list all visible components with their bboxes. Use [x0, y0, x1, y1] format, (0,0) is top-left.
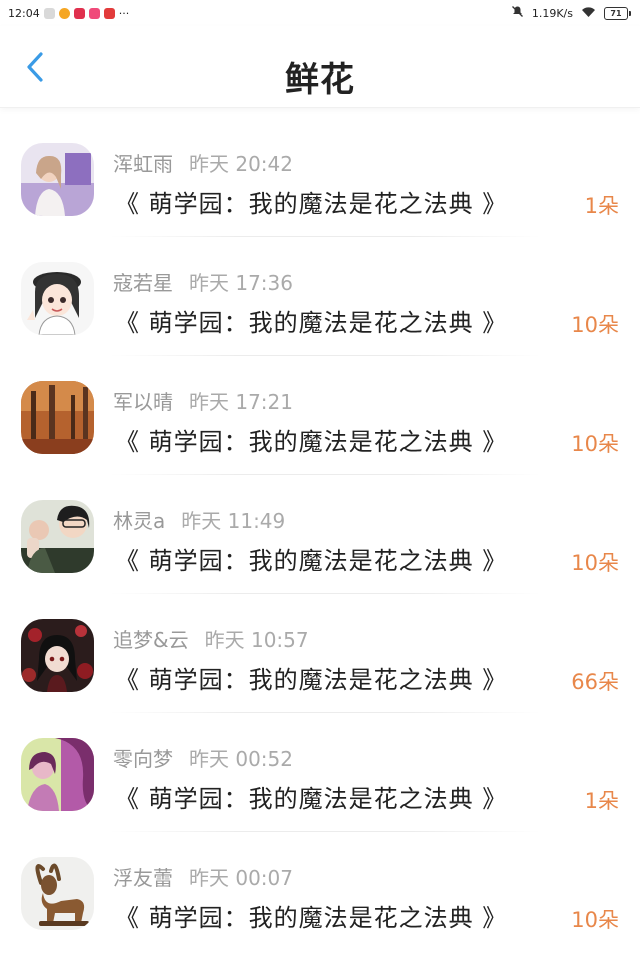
send-time: 昨天 00:52	[189, 747, 293, 771]
flower-amount: 1朵	[584, 194, 619, 218]
sender-name[interactable]: 寇若星	[113, 271, 173, 295]
list-item[interactable]: 寇若星 昨天 17:36 《 萌学园：我的魔法是花之法典 》 10朵	[0, 237, 640, 356]
shopping-app-icon	[73, 7, 85, 19]
flower-amount: 10朵	[571, 908, 619, 932]
sender-name[interactable]: 林灵a	[113, 509, 165, 533]
sender-line: 追梦&云 昨天 10:57	[113, 624, 309, 653]
book-title[interactable]: 《 萌学园：我的魔法是花之法典 》	[115, 184, 507, 219]
avatar[interactable]	[21, 738, 94, 811]
flower-amount: 10朵	[571, 551, 619, 575]
sender-name[interactable]: 浮友蕾	[113, 866, 173, 890]
reader-app-icon	[103, 7, 115, 19]
list-item[interactable]: 追梦&云 昨天 10:57 《 萌学园：我的魔法是花之法典 》 66朵	[0, 594, 640, 713]
sender-line: 寇若星 昨天 17:36	[113, 267, 293, 296]
send-time: 昨天 17:21	[189, 390, 293, 414]
send-time: 昨天 11:49	[181, 509, 286, 533]
flower-amount: 1朵	[584, 789, 619, 813]
list-item[interactable]: 浮友蕾 昨天 00:07 《 萌学园：我的魔法是花之法典 》 10朵	[0, 832, 640, 951]
page-title: 鲜花	[285, 60, 355, 100]
sender-name[interactable]: 追梦&云	[113, 628, 189, 652]
avatar[interactable]	[21, 500, 94, 573]
header: 鲜花	[0, 26, 640, 108]
avatar[interactable]	[21, 381, 94, 454]
more-notifications-icon: ···	[118, 6, 130, 20]
network-speed: 1.19K/s	[531, 6, 573, 20]
flower-amount: 10朵	[571, 313, 619, 337]
status-bar: 12:04 ··· 1.19K/s 71	[0, 0, 640, 26]
book-title[interactable]: 《 萌学园：我的魔法是花之法典 》	[115, 779, 507, 814]
avatar[interactable]	[21, 619, 94, 692]
mute-icon	[511, 5, 524, 21]
book-title[interactable]: 《 萌学园：我的魔法是花之法典 》	[115, 422, 507, 457]
avatar[interactable]	[21, 143, 94, 216]
sender-line: 浑虹雨 昨天 20:42	[113, 148, 293, 177]
battery-level: 71	[610, 8, 622, 18]
sender-name[interactable]: 零向梦	[113, 747, 173, 771]
send-time: 昨天 10:57	[204, 628, 309, 652]
sender-line: 浮友蕾 昨天 00:07	[113, 862, 293, 891]
list-item[interactable]: 林灵a 昨天 11:49 《 萌学园：我的魔法是花之法典 》 10朵	[0, 475, 640, 594]
book-title[interactable]: 《 萌学园：我的魔法是花之法典 》	[115, 303, 507, 338]
battery-icon: 71	[604, 6, 631, 20]
wifi-icon	[581, 6, 596, 21]
weibo-icon	[58, 7, 70, 19]
flower-amount: 66朵	[571, 670, 619, 694]
book-title[interactable]: 《 萌学园：我的魔法是花之法典 》	[115, 660, 507, 695]
sender-name[interactable]: 军以晴	[113, 390, 173, 414]
book-title[interactable]: 《 萌学园：我的魔法是花之法典 》	[115, 898, 507, 933]
status-time: 12:04	[8, 6, 40, 20]
book-title[interactable]: 《 萌学园：我的魔法是花之法典 》	[115, 541, 507, 576]
status-right: 1.19K/s 71	[511, 5, 631, 21]
sender-line: 零向梦 昨天 00:52	[113, 743, 293, 772]
sender-line: 林灵a 昨天 11:49	[113, 505, 285, 534]
list-item[interactable]: 浑虹雨 昨天 20:42 《 萌学园：我的魔法是花之法典 》 1朵	[0, 118, 640, 237]
list-item[interactable]: 零向梦 昨天 00:52 《 萌学园：我的魔法是花之法典 》 1朵	[0, 713, 640, 832]
notification-app-icon	[43, 7, 55, 19]
video-app-icon	[88, 7, 100, 19]
status-left: 12:04 ···	[8, 7, 129, 20]
flower-record-list: 浑虹雨 昨天 20:42 《 萌学园：我的魔法是花之法典 》 1朵 寇若星 昨天 1…	[0, 118, 640, 951]
send-time: 昨天 20:42	[189, 152, 293, 176]
send-time: 昨天 17:36	[189, 271, 293, 295]
avatar[interactable]	[21, 262, 94, 335]
send-time: 昨天 00:07	[189, 866, 293, 890]
flower-amount: 10朵	[571, 432, 619, 456]
sender-line: 军以晴 昨天 17:21	[113, 386, 293, 415]
sender-name[interactable]: 浑虹雨	[113, 152, 173, 176]
avatar[interactable]	[21, 857, 94, 930]
list-item[interactable]: 军以晴 昨天 17:21 《 萌学园：我的魔法是花之法典 》 10朵	[0, 356, 640, 475]
